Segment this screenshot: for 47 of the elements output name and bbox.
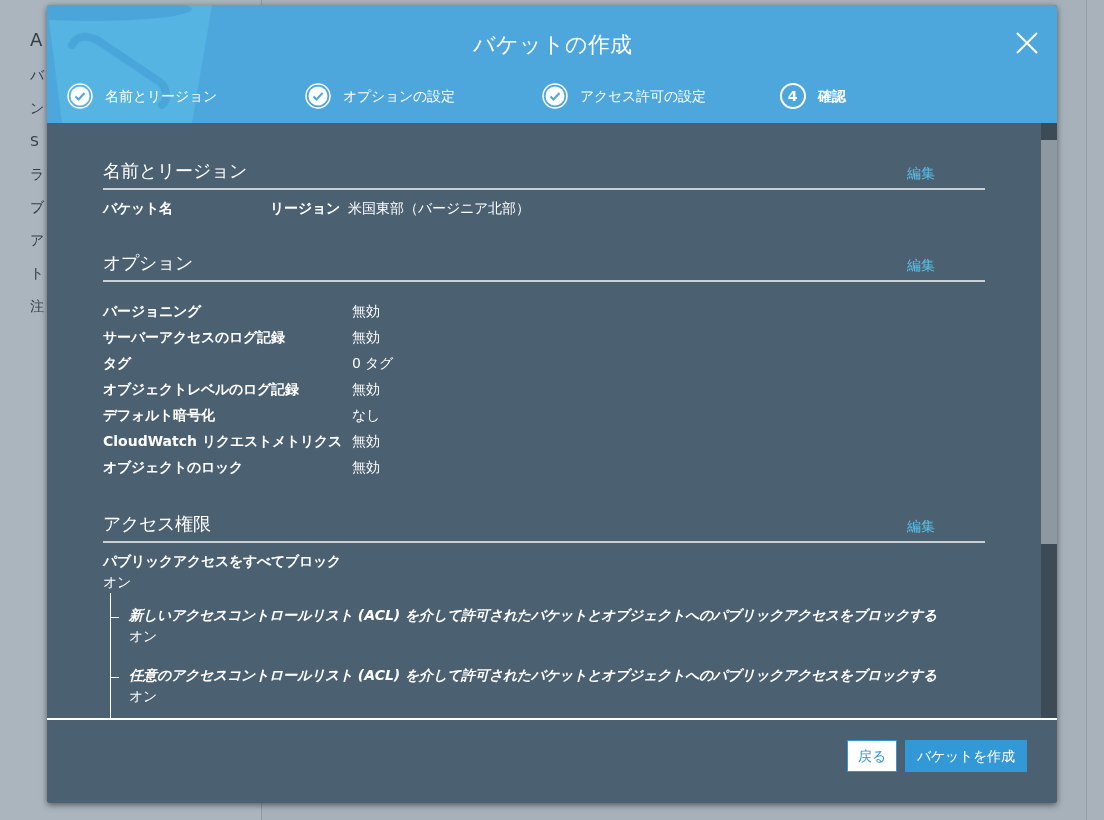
step-label: 名前とリージョン — [105, 86, 217, 106]
step-label: オプションの設定 — [342, 86, 455, 106]
page-text: S — [30, 132, 39, 151]
field-label: リージョン — [270, 199, 340, 218]
section-title: オプション — [103, 251, 193, 275]
page-text: A — [30, 28, 43, 52]
field-label: バケット名 — [103, 199, 174, 218]
section-title: 名前とリージョン — [103, 159, 247, 183]
option-value: 無効 — [352, 327, 380, 347]
option-label: タグ — [103, 353, 133, 373]
tree-label: 新しいアクセスコントロールリスト (ACL) を介して許可されたバケットとオブジェクトへのパブリックアクセスをブロックする — [129, 606, 938, 625]
tree-value: オン — [129, 687, 158, 706]
page-text: ト — [30, 264, 44, 283]
option-value: 無効 — [352, 301, 380, 321]
section-title: アクセス権限 — [103, 512, 211, 536]
page-text: 注 — [30, 297, 44, 316]
edit-link[interactable]: 編集 — [907, 163, 935, 184]
tree-value: オン — [129, 627, 158, 646]
option-value: 無効 — [352, 379, 380, 399]
page-text: ン — [30, 99, 44, 118]
dialog-title: バケットの作成 — [472, 30, 632, 59]
create-button[interactable]: バケットを作成 — [905, 740, 1027, 772]
step-label: アクセス許可の設定 — [580, 86, 706, 106]
tree-label: パブリックアクセスをすべてブロック — [103, 552, 342, 571]
back-button[interactable]: 戻る — [847, 740, 897, 772]
option-value: 無効 — [352, 457, 380, 477]
option-label: オブジェクトのロック — [103, 457, 244, 477]
field-value: 米国東部（バージニア北部） — [348, 199, 530, 218]
page-text: バ — [30, 66, 44, 85]
edit-link[interactable]: 編集 — [907, 516, 935, 537]
option-value: なし — [352, 405, 380, 425]
step-number: 4 — [779, 83, 806, 109]
option-label: デフォルト暗号化 — [103, 405, 216, 425]
edit-link[interactable]: 編集 — [907, 255, 935, 276]
close-button[interactable] — [1015, 31, 1039, 55]
tree-value: オン — [103, 573, 132, 592]
option-label: CloudWatch リクエストメトリクス — [103, 431, 343, 451]
page-text: ア — [30, 231, 44, 250]
option-value: 無効 — [352, 431, 380, 451]
option-label: バージョニング — [103, 301, 203, 321]
page-text: ブ — [30, 198, 44, 217]
option-label: サーバーアクセスのログ記録 — [103, 327, 286, 347]
page-text: ラ — [30, 165, 44, 184]
option-value: 0 タグ — [352, 353, 394, 373]
step-label: 確認 — [817, 86, 846, 106]
option-label: オブジェクトレベルのログ記録 — [103, 379, 300, 399]
tree-label: 任意のアクセスコントロールリスト (ACL) を介して許可されたバケットとオブジェクトへのパブリックアクセスをブロックする — [129, 666, 938, 685]
